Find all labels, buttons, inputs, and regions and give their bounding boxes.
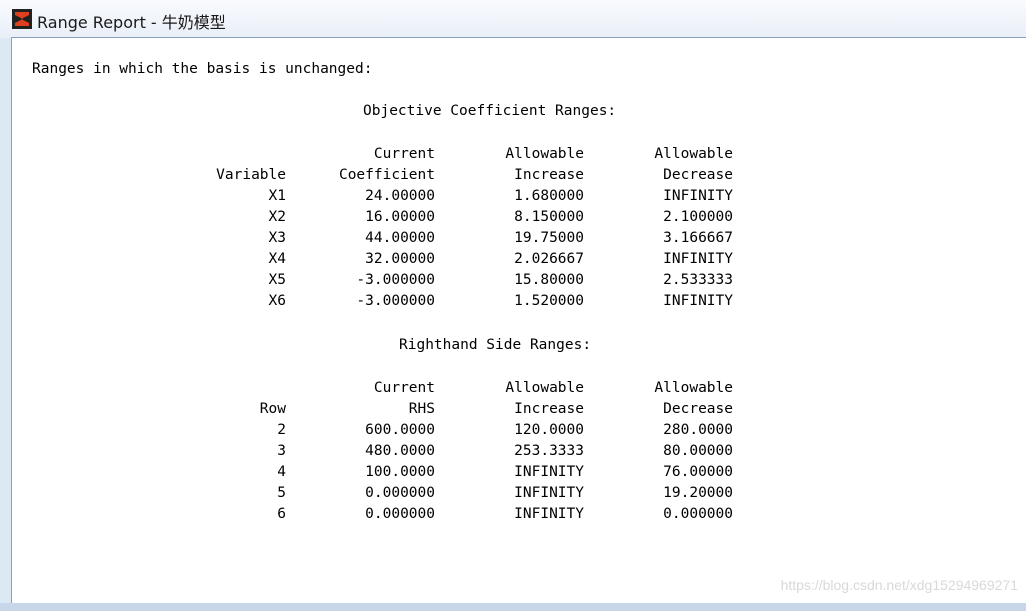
lingo-app-icon — [12, 9, 32, 29]
rhs-cell-current: 100.0000 — [365, 464, 435, 480]
rhs-cell-increase: INFINITY — [514, 506, 584, 522]
objective-cell-decrease: 2.533333 — [663, 272, 733, 288]
rhs-cell-label: 5 — [277, 485, 286, 501]
objective-cell-decrease: 3.166667 — [663, 230, 733, 246]
rhs-cell-decrease: 80.00000 — [663, 443, 733, 459]
objective-cell-label: X6 — [268, 293, 286, 309]
objective-cell-decrease: 2.100000 — [663, 209, 733, 225]
watermark: https://blog.csdn.net/xdg15294969271 — [780, 577, 1018, 593]
rhs-cell-increase: 120.0000 — [514, 422, 584, 438]
objective-cell-decrease: INFINITY — [663, 293, 733, 309]
objective-header1-increase: Allowable — [505, 146, 584, 162]
window-bottom-edge — [0, 603, 1026, 611]
objective-header1-current: Current — [373, 146, 435, 162]
rhs-header2-current: RHS — [408, 401, 435, 417]
rhs-cell-label: 6 — [277, 506, 286, 522]
rhs-header1-decrease: Allowable — [654, 380, 733, 396]
objective-cell-decrease: INFINITY — [663, 251, 733, 267]
objective-header2-label: Variable — [216, 167, 286, 183]
rhs-header2-increase: Increase — [514, 401, 584, 417]
objective-cell-current: -3.000000 — [356, 293, 435, 309]
report-heading: Ranges in which the basis is unchanged: — [32, 61, 373, 77]
rhs-cell-label: 3 — [277, 443, 286, 459]
objective-header2-increase: Increase — [514, 167, 584, 183]
rhs-cell-decrease: 19.20000 — [663, 485, 733, 501]
objective-cell-increase: 19.75000 — [514, 230, 584, 246]
objective-cell-current: 32.00000 — [365, 251, 435, 267]
objective-cell-label: X4 — [268, 251, 286, 267]
rhs-cell-current: 600.0000 — [365, 422, 435, 438]
objective-cell-current: 24.00000 — [365, 188, 435, 204]
rhs-header2-decrease: Decrease — [663, 401, 733, 417]
report-pane[interactable]: Ranges in which the basis is unchanged: … — [11, 37, 1026, 603]
objective-cell-label: X3 — [268, 230, 286, 246]
objective-cell-increase: 15.80000 — [514, 272, 584, 288]
objective-cell-increase: 8.150000 — [514, 209, 584, 225]
objective-cell-label: X1 — [268, 188, 286, 204]
objective-cell-label: X5 — [268, 272, 286, 288]
objective-header2-current: Coefficient — [338, 167, 435, 183]
rhs-cell-label: 4 — [277, 464, 286, 480]
objective-cell-current: -3.000000 — [356, 272, 435, 288]
rhs-cell-decrease: 280.0000 — [663, 422, 733, 438]
rhs-section-title: Righthand Side Ranges: — [399, 337, 592, 353]
rhs-cell-increase: 253.3333 — [514, 443, 584, 459]
rhs-header1-increase: Allowable — [505, 380, 584, 396]
rhs-cell-increase: INFINITY — [514, 485, 584, 501]
objective-cell-decrease: INFINITY — [663, 188, 733, 204]
objective-cell-increase: 2.026667 — [514, 251, 584, 267]
rhs-cell-label: 2 — [277, 422, 286, 438]
rhs-cell-decrease: 0.000000 — [663, 506, 733, 522]
rhs-cell-current: 0.000000 — [365, 485, 435, 501]
objective-section-title: Objective Coefficient Ranges: — [363, 103, 617, 119]
rhs-cell-increase: INFINITY — [514, 464, 584, 480]
objective-header2-decrease: Decrease — [663, 167, 733, 183]
objective-cell-current: 16.00000 — [365, 209, 435, 225]
rhs-cell-current: 0.000000 — [365, 506, 435, 522]
objective-cell-current: 44.00000 — [365, 230, 435, 246]
objective-header1-decrease: Allowable — [654, 146, 733, 162]
rhs-header1-current: Current — [373, 380, 435, 396]
rhs-header2-label: Row — [259, 401, 286, 417]
objective-cell-increase: 1.680000 — [514, 188, 584, 204]
title-bar[interactable]: Range Report - 牛奶模型 — [0, 0, 1026, 38]
rhs-cell-current: 480.0000 — [365, 443, 435, 459]
window-title: Range Report - 牛奶模型 — [37, 13, 226, 32]
rhs-cell-decrease: 76.00000 — [663, 464, 733, 480]
objective-cell-label: X2 — [268, 209, 286, 225]
objective-cell-increase: 1.520000 — [514, 293, 584, 309]
